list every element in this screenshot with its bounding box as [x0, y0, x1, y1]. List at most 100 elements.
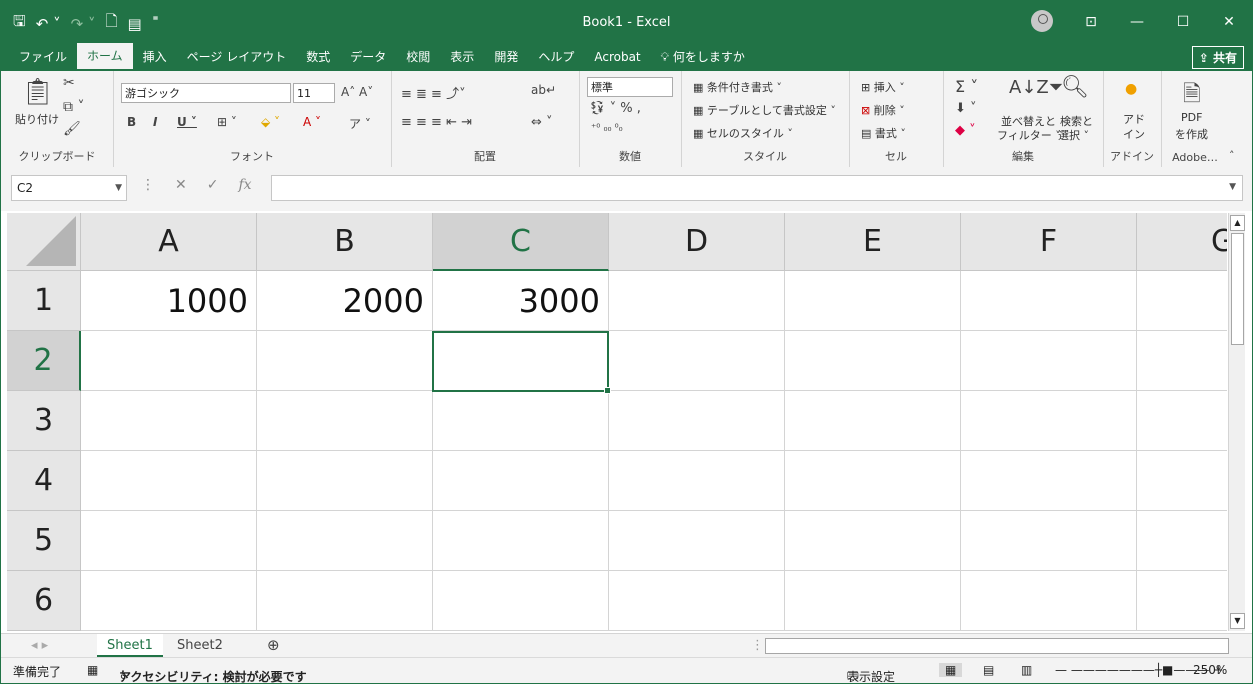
merge-center-icon[interactable]: ⇔ ˅: [531, 115, 553, 130]
tab-acrobat[interactable]: Acrobat: [584, 43, 650, 71]
create-pdf-icon[interactable]: 🗎: [1183, 77, 1201, 115]
tab-help[interactable]: ヘルプ: [528, 43, 584, 71]
cell-g2[interactable]: [1137, 331, 1227, 391]
copy-icon[interactable]: ⧉ ˅: [63, 99, 84, 115]
formula-input[interactable]: ▼: [271, 175, 1243, 201]
ribbon-display-icon[interactable]: ⊡: [1068, 14, 1114, 30]
cell-g6[interactable]: [1137, 571, 1227, 631]
delete-cells-button[interactable]: ⊠ 削除 ˅: [861, 102, 905, 118]
cell-e5[interactable]: [785, 511, 961, 571]
cell-d4[interactable]: [609, 451, 785, 511]
cell-a5[interactable]: [81, 511, 257, 571]
find-select-label-2[interactable]: 選択 ˅: [1058, 127, 1089, 143]
create-pdf-button[interactable]: PDF: [1181, 111, 1202, 124]
cell-d3[interactable]: [609, 391, 785, 451]
number-format-select[interactable]: 標準: [587, 77, 673, 97]
paste-icon[interactable]: 📋︎: [21, 77, 54, 107]
cell-e3[interactable]: [785, 391, 961, 451]
expand-formula-icon[interactable]: ▼: [1229, 182, 1236, 192]
sort-filter-label-2[interactable]: フィルター ˅: [997, 127, 1061, 143]
addins-button[interactable]: アド: [1123, 111, 1145, 127]
cell-f4[interactable]: [961, 451, 1137, 511]
fill-icon[interactable]: ⬇ ˅: [955, 101, 977, 116]
align-left-icon[interactable]: ≡ ≡ ≡ ⇤ ⇥: [401, 115, 472, 130]
select-all-button[interactable]: [7, 213, 81, 271]
row-header-6[interactable]: 6: [7, 571, 81, 631]
close-icon[interactable]: ✕: [1206, 14, 1252, 30]
scroll-up-icon[interactable]: ▲: [1230, 215, 1245, 231]
format-as-table-button[interactable]: ▦ テーブルとして書式設定 ˅: [693, 102, 836, 118]
tell-me-search[interactable]: 💡︎ 何をしますか: [651, 43, 755, 71]
tab-view[interactable]: 表示: [440, 43, 484, 71]
row-header-5[interactable]: 5: [7, 511, 81, 571]
sheet-tab-sheet1[interactable]: Sheet1: [97, 634, 163, 657]
cell-f3[interactable]: [961, 391, 1137, 451]
currency-icon[interactable]: 💱︎ ˅ % ,: [589, 101, 641, 116]
cell-b5[interactable]: [257, 511, 433, 571]
cell-a4[interactable]: [81, 451, 257, 511]
cell-c5[interactable]: [433, 511, 609, 571]
cell-f2[interactable]: [961, 331, 1137, 391]
cancel-icon[interactable]: ✕: [175, 177, 187, 193]
tab-data[interactable]: データ: [340, 43, 396, 71]
cell-g1[interactable]: [1137, 271, 1227, 331]
row-header-3[interactable]: 3: [7, 391, 81, 451]
add-sheet-icon[interactable]: ⊕: [257, 634, 290, 657]
cell-a3[interactable]: [81, 391, 257, 451]
tab-review[interactable]: 校閲: [396, 43, 440, 71]
tab-insert[interactable]: 挿入: [133, 43, 177, 71]
cell-g3[interactable]: [1137, 391, 1227, 451]
italic-icon[interactable]: I: [153, 115, 157, 129]
conditional-formatting-button[interactable]: ▦ 条件付き書式 ˅: [693, 79, 782, 95]
cell-a1[interactable]: 1000: [81, 271, 257, 331]
page-layout-view-icon[interactable]: ▤: [983, 663, 994, 677]
paste-button[interactable]: 貼り付け: [15, 111, 59, 127]
column-header-b[interactable]: B: [257, 213, 433, 271]
cell-a2[interactable]: [81, 331, 257, 391]
wrap-text-icon[interactable]: ab↵: [531, 83, 556, 97]
font-size-select[interactable]: 11: [293, 83, 335, 103]
fill-color-icon[interactable]: ⬙ ˅: [261, 115, 280, 129]
active-cell-c2[interactable]: [432, 331, 611, 394]
clear-icon[interactable]: ◆ ˅: [955, 123, 976, 138]
column-header-f[interactable]: F: [961, 213, 1137, 271]
row-header-2[interactable]: 2: [7, 331, 81, 391]
page-break-view-icon[interactable]: ▥: [1021, 663, 1032, 677]
macro-record-icon[interactable]: ▦: [87, 663, 98, 677]
cell-e1[interactable]: [785, 271, 961, 331]
row-header-1[interactable]: 1: [7, 271, 81, 331]
column-header-d[interactable]: D: [609, 213, 785, 271]
cell-d5[interactable]: [609, 511, 785, 571]
cell-e2[interactable]: [785, 331, 961, 391]
border-icon[interactable]: ⊞ ˅: [217, 115, 237, 129]
cell-g4[interactable]: [1137, 451, 1227, 511]
tab-file[interactable]: ファイル: [9, 43, 77, 71]
cell-e6[interactable]: [785, 571, 961, 631]
cell-f5[interactable]: [961, 511, 1137, 571]
align-top-icon[interactable]: ≡ ≣ ≡ ⤴˅: [401, 83, 466, 102]
cell-d6[interactable]: [609, 571, 785, 631]
horizontal-scrollbar[interactable]: [765, 638, 1229, 654]
minimize-icon[interactable]: —: [1114, 14, 1160, 30]
cell-c1[interactable]: 3000: [433, 271, 609, 331]
cell-d2[interactable]: [609, 331, 785, 391]
cell-b6[interactable]: [257, 571, 433, 631]
cut-icon[interactable]: ✂: [63, 75, 75, 91]
bold-icon[interactable]: B: [127, 115, 136, 129]
scroll-down-icon[interactable]: ▼: [1230, 613, 1245, 629]
font-color-icon[interactable]: A ˅: [303, 115, 321, 129]
account-avatar-icon[interactable]: [1031, 10, 1053, 32]
chevron-down-icon[interactable]: ▼: [115, 176, 122, 200]
cell-f6[interactable]: [961, 571, 1137, 631]
column-header-a[interactable]: A: [81, 213, 257, 271]
tab-developer[interactable]: 開発: [484, 43, 528, 71]
format-cells-button[interactable]: ▤ 書式 ˅: [861, 125, 906, 141]
column-header-c[interactable]: C: [433, 213, 609, 271]
cell-f1[interactable]: [961, 271, 1137, 331]
sort-filter-icon[interactable]: A↓Z⏷: [1009, 77, 1063, 98]
column-header-e[interactable]: E: [785, 213, 961, 271]
share-button[interactable]: ⇪ 共有: [1191, 46, 1244, 69]
addins-icon[interactable]: ●: [1125, 81, 1137, 97]
font-name-select[interactable]: 游ゴシック: [121, 83, 291, 103]
cell-c3[interactable]: [433, 391, 609, 451]
